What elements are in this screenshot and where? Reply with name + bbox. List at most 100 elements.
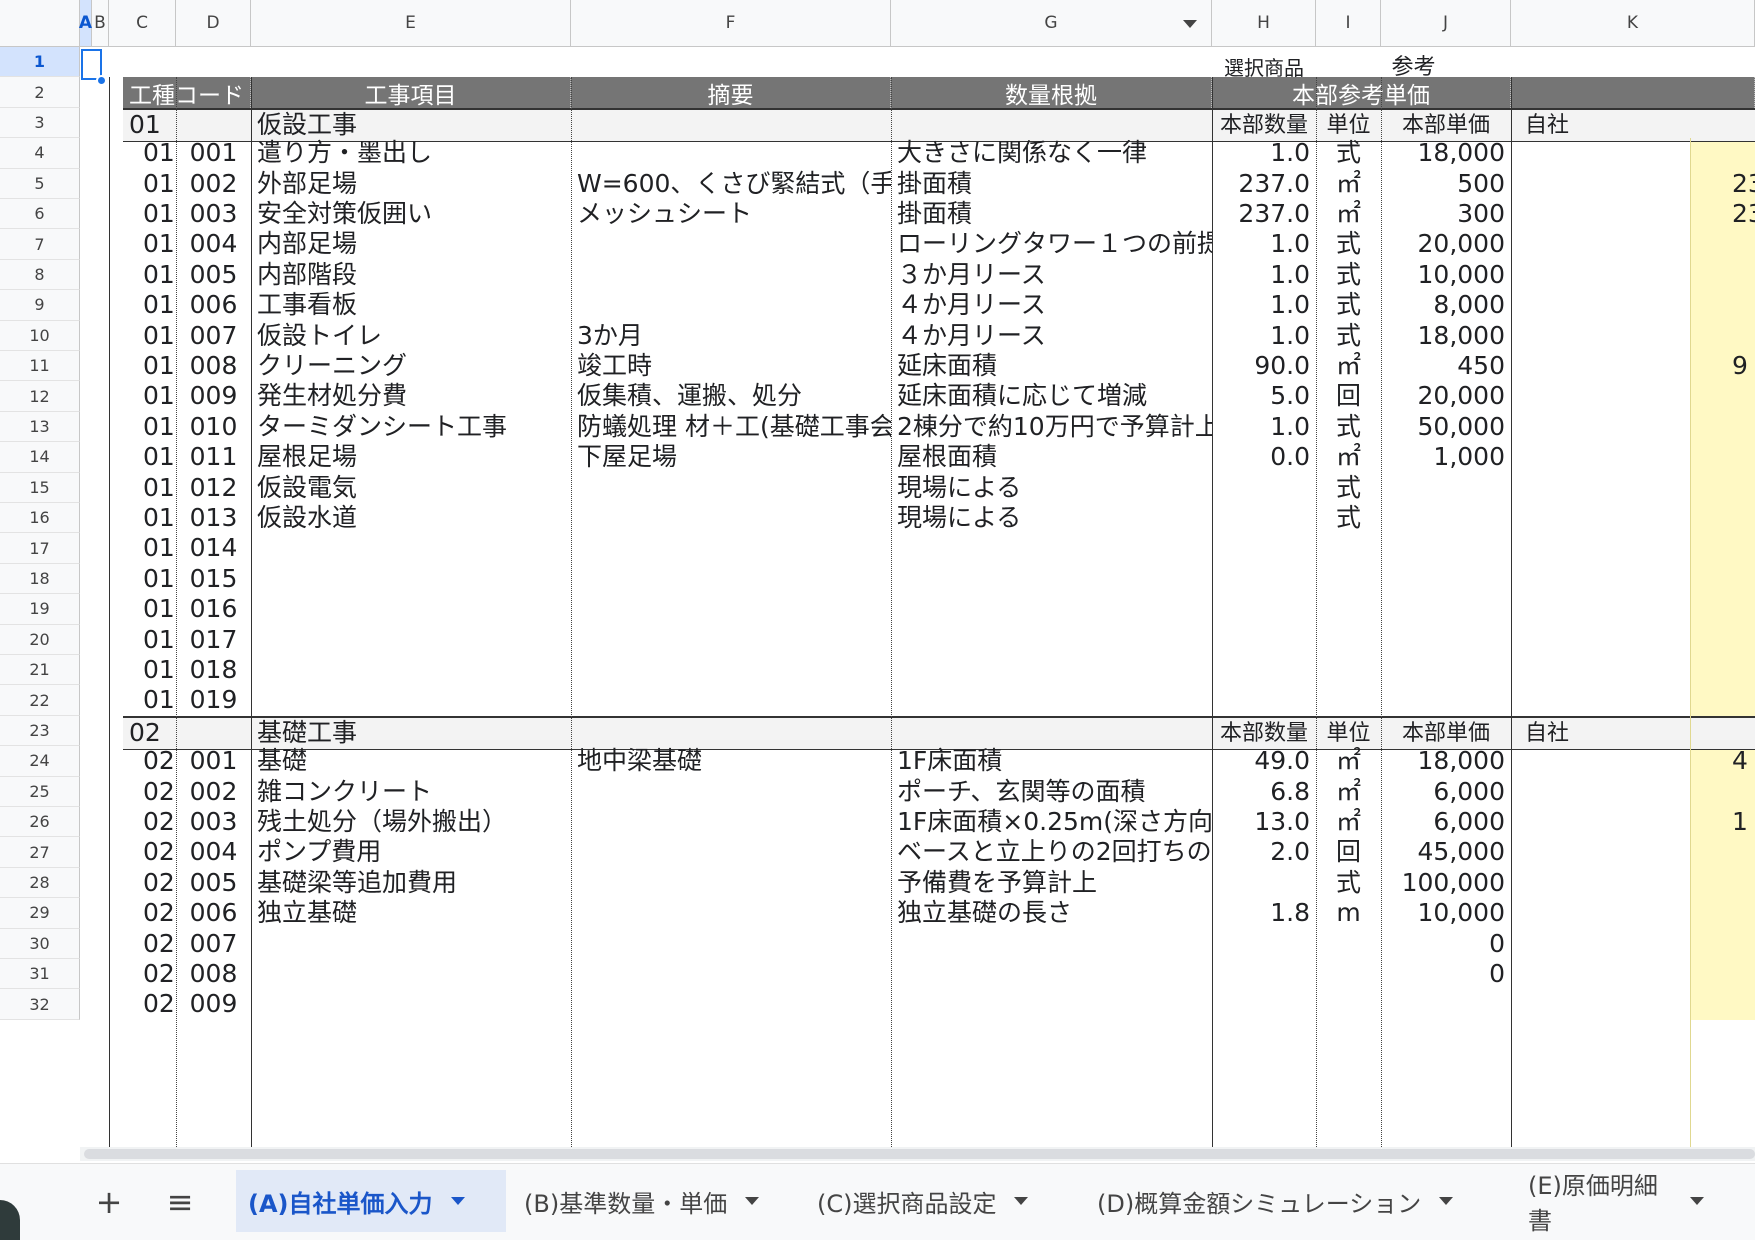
cell-basis[interactable]: 現場による: [891, 501, 1212, 535]
cell-unit-price[interactable]: [1381, 987, 1511, 1021]
cell-basis[interactable]: ４か月リース: [891, 319, 1212, 353]
cell-quantity[interactable]: 1.0: [1212, 227, 1316, 261]
cell-summary[interactable]: [571, 775, 891, 809]
cell-item-name[interactable]: 工事看板: [251, 288, 571, 322]
cell-quantity[interactable]: [1212, 987, 1316, 1021]
cell-unit-price[interactable]: 100,000: [1381, 866, 1511, 900]
cell-category-code[interactable]: 02: [123, 835, 176, 869]
cell-own-price-partial[interactable]: [1690, 683, 1755, 717]
cell-summary[interactable]: [571, 927, 891, 961]
cell-summary[interactable]: 地中梁基礎: [571, 744, 891, 778]
cell-quantity[interactable]: 1.0: [1212, 410, 1316, 444]
row-header[interactable]: 9: [0, 290, 80, 321]
cell-category-code[interactable]: 01: [123, 288, 176, 322]
cell-own-price-partial[interactable]: [1690, 258, 1755, 292]
cell-item-code[interactable]: 004: [176, 227, 251, 261]
cell-item-code[interactable]: 006: [176, 288, 251, 322]
cell-unit[interactable]: ㎡: [1316, 349, 1381, 383]
cell-quantity[interactable]: 1.0: [1212, 136, 1316, 170]
cell-category-code[interactable]: 02: [123, 896, 176, 930]
cell-unit-price[interactable]: 50,000: [1381, 410, 1511, 444]
cell-item-name[interactable]: [251, 653, 571, 687]
cell-item-code[interactable]: 018: [176, 653, 251, 687]
cell-basis[interactable]: 大きさに関係なく一律: [891, 136, 1212, 170]
cell-quantity[interactable]: 1.0: [1212, 319, 1316, 353]
row-header[interactable]: 19: [0, 594, 80, 625]
row-header[interactable]: 21: [0, 655, 80, 686]
row-header[interactable]: 24: [0, 746, 80, 777]
cell-own-price-partial[interactable]: [1690, 410, 1755, 444]
plus-icon[interactable]: +: [87, 1180, 131, 1224]
cell-quantity[interactable]: 237.0: [1212, 197, 1316, 231]
cell-own-price-partial[interactable]: [1690, 592, 1755, 626]
row-header[interactable]: 4: [0, 138, 80, 169]
cell-own-price-partial[interactable]: [1690, 562, 1755, 596]
cell-category-code[interactable]: 02: [123, 957, 176, 991]
cell-basis[interactable]: ４か月リース: [891, 288, 1212, 322]
cell-item-code[interactable]: 008: [176, 349, 251, 383]
cell-summary[interactable]: [571, 987, 891, 1021]
cell-unit-price[interactable]: 10,000: [1381, 258, 1511, 292]
cell-summary[interactable]: 防蟻処理 材＋工(基礎工事会社): [571, 410, 891, 444]
cell-item-name[interactable]: 独立基礎: [251, 896, 571, 930]
cell-quantity[interactable]: [1212, 623, 1316, 657]
cell-item-code[interactable]: 003: [176, 805, 251, 839]
cell-item-code[interactable]: 006: [176, 896, 251, 930]
chevron-down-icon[interactable]: [450, 1197, 465, 1205]
cell-item-code[interactable]: 009: [176, 987, 251, 1021]
cell-item-code[interactable]: 002: [176, 167, 251, 201]
cell-item-name[interactable]: 基礎梁等追加費用: [251, 866, 571, 900]
cell-own-price-partial[interactable]: 23: [1690, 197, 1755, 231]
cell-category-code[interactable]: 02: [123, 866, 176, 900]
cell-own-price-partial[interactable]: [1690, 775, 1755, 809]
cell-item-code[interactable]: 011: [176, 440, 251, 474]
cell-own-price-partial[interactable]: 23: [1690, 167, 1755, 201]
cell-category-code[interactable]: 01: [123, 410, 176, 444]
cell-basis[interactable]: 独立基礎の長さ: [891, 896, 1212, 930]
cell-summary[interactable]: [571, 896, 891, 930]
column-header-a[interactable]: A: [79, 0, 92, 47]
cell-category-code[interactable]: 01: [123, 471, 176, 505]
cell-category-code[interactable]: 02: [123, 927, 176, 961]
cell-unit[interactable]: [1316, 683, 1381, 717]
cell-summary[interactable]: [571, 227, 891, 261]
cell-unit[interactable]: ㎡: [1316, 805, 1381, 839]
cell-item-code[interactable]: 013: [176, 501, 251, 535]
cell-summary[interactable]: 仮集積、運搬、処分: [571, 379, 891, 413]
cell-basis[interactable]: ローリングタワー１つの前提: [891, 227, 1212, 261]
cell-own-price-partial[interactable]: [1690, 896, 1755, 930]
cell-basis[interactable]: 1F床面積: [891, 744, 1212, 778]
cell-unit-price[interactable]: 20,000: [1381, 379, 1511, 413]
row-header[interactable]: 15: [0, 472, 80, 503]
row-header[interactable]: 26: [0, 807, 80, 838]
cell-unit[interactable]: 式: [1316, 319, 1381, 353]
cell-basis[interactable]: 屋根面積: [891, 440, 1212, 474]
cell-unit[interactable]: 式: [1316, 501, 1381, 535]
cell-category-code[interactable]: 01: [123, 623, 176, 657]
cell-unit[interactable]: ㎡: [1316, 167, 1381, 201]
cell-quantity[interactable]: [1212, 927, 1316, 961]
row-header[interactable]: 23: [0, 715, 80, 747]
cell-quantity[interactable]: 0.0: [1212, 440, 1316, 474]
cell-item-code[interactable]: 001: [176, 136, 251, 170]
cell-item-code[interactable]: 014: [176, 531, 251, 565]
column-header-b[interactable]: B: [92, 0, 109, 47]
cell-basis[interactable]: ３か月リース: [891, 258, 1212, 292]
cell-quantity[interactable]: 2.0: [1212, 835, 1316, 869]
cell-summary[interactable]: [571, 501, 891, 535]
row-header[interactable]: 14: [0, 442, 80, 473]
cell-own-price-partial[interactable]: [1690, 319, 1755, 353]
cell-own-price-partial[interactable]: [1690, 957, 1755, 991]
cell-category-code[interactable]: 01: [123, 349, 176, 383]
filter-dropdown-icon[interactable]: [1183, 20, 1197, 28]
row-header[interactable]: 3: [0, 107, 80, 139]
cell-unit[interactable]: [1316, 957, 1381, 991]
cell-quantity[interactable]: [1212, 683, 1316, 717]
cell-item-name[interactable]: 仮設電気: [251, 471, 571, 505]
cell-basis[interactable]: [891, 987, 1212, 1021]
cell-unit-price[interactable]: 45,000: [1381, 835, 1511, 869]
cell-item-name[interactable]: 仮設水道: [251, 501, 571, 535]
cell-quantity[interactable]: [1212, 501, 1316, 535]
cell-quantity[interactable]: 90.0: [1212, 349, 1316, 383]
cell-basis[interactable]: [891, 592, 1212, 626]
